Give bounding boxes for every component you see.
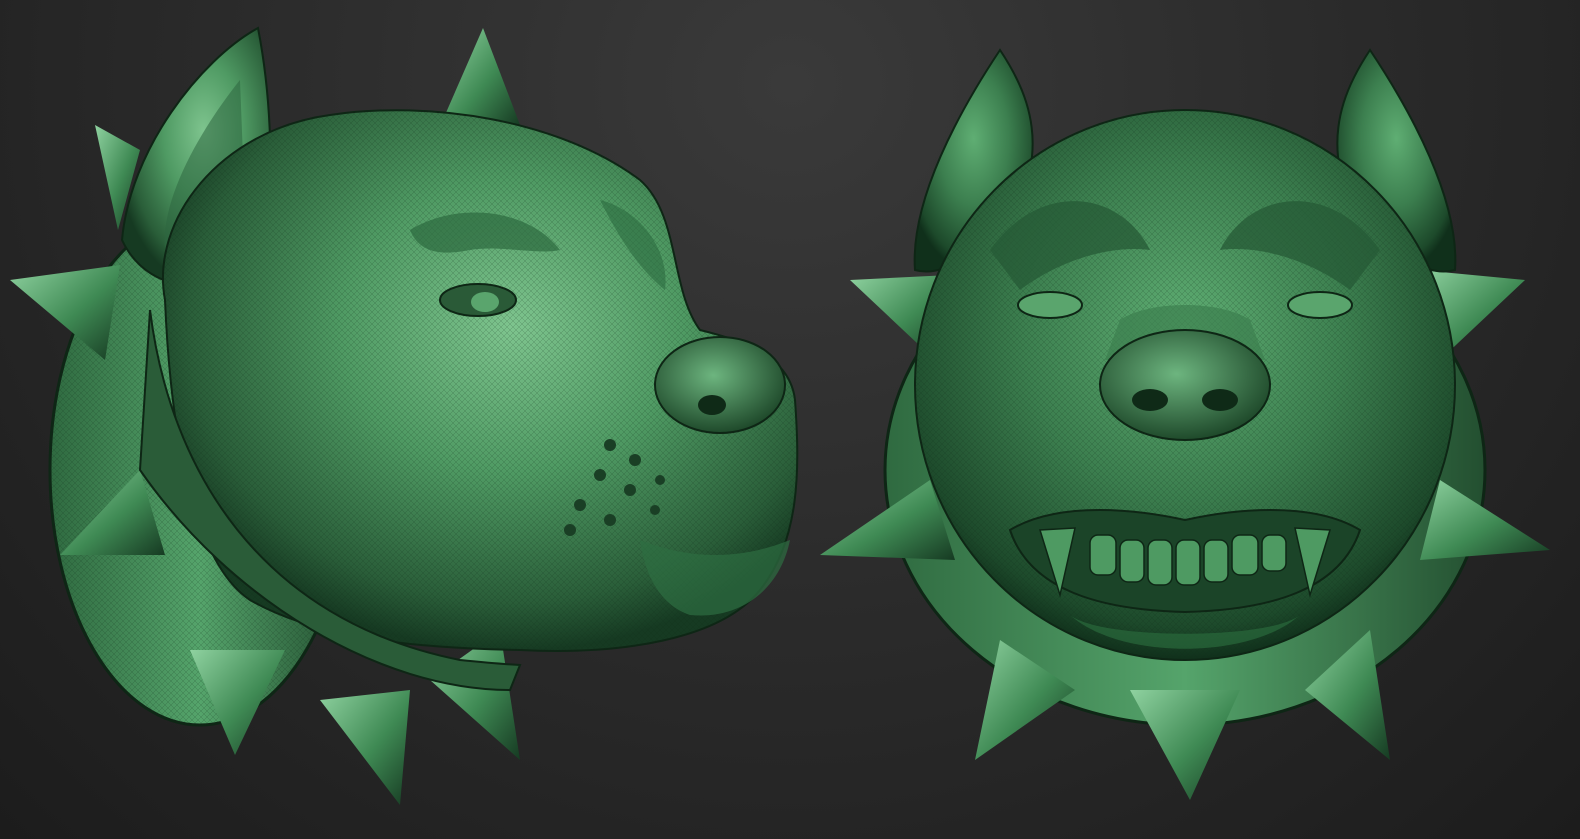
render-canvas [10,26,1550,805]
nose [654,336,786,434]
nose-front [1099,329,1271,441]
dog-head-front-view [820,48,1550,800]
render-viewport [0,0,1580,839]
dog-head-side-view [10,26,799,805]
eye-right [1287,291,1353,319]
eye-left [1017,291,1083,319]
